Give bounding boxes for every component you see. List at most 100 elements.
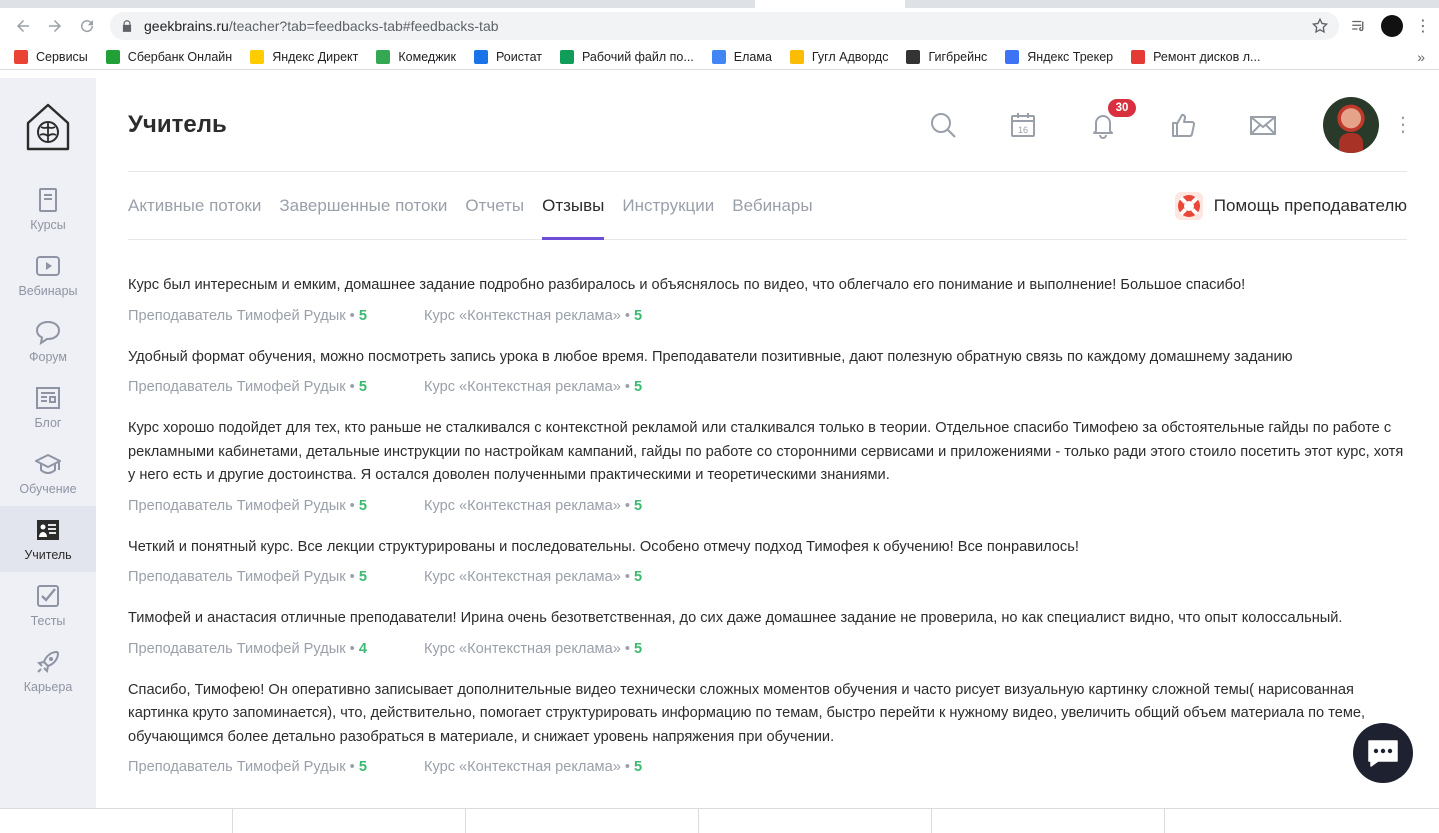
teacher-score: 5 bbox=[358, 307, 367, 324]
bookmark-item[interactable]: Сервисы bbox=[14, 49, 88, 64]
teacher-help-link[interactable]: Помощь преподавателю bbox=[1174, 191, 1407, 221]
help-label: Помощь преподавателю bbox=[1213, 195, 1407, 215]
course-name: Курс «Контекстная реклама» • bbox=[423, 379, 635, 395]
bookmark-item[interactable]: Ремонт дисков л... bbox=[1131, 49, 1261, 64]
search-button[interactable] bbox=[903, 111, 983, 139]
course-score: 5 bbox=[634, 497, 643, 514]
feedback-item: Удобный формат обучения, можно посмотрет… bbox=[128, 346, 1407, 396]
bookmark-item[interactable]: Гигбрейнс bbox=[906, 49, 987, 64]
teacher-score: 5 bbox=[358, 569, 367, 585]
more-menu-icon[interactable]: ⋮ bbox=[1393, 112, 1413, 137]
tab-3[interactable]: Отзывы bbox=[542, 172, 605, 240]
video-icon bbox=[36, 255, 60, 276]
back-button[interactable] bbox=[12, 15, 34, 37]
sidebar-item-book[interactable]: Курсы bbox=[0, 176, 96, 242]
teacher-board-icon bbox=[37, 519, 59, 540]
tab-0[interactable]: Активные потоки bbox=[128, 172, 261, 239]
tab-4[interactable]: Инструкции bbox=[622, 172, 714, 239]
url-host: geekbrains.ru bbox=[144, 18, 229, 34]
sidebar-item-rocket[interactable]: Карьера bbox=[0, 638, 96, 704]
feedback-teacher-rating: Преподаватель Тимофей Рудык • 5 bbox=[128, 308, 367, 324]
bookmark-item[interactable]: Сбербанк Онлайн bbox=[105, 49, 233, 64]
sidebar-item-label: Обучение bbox=[19, 481, 77, 496]
feedback-meta: Преподаватель Тимофей Рудык • 5 Курс «Кон… bbox=[128, 498, 1407, 514]
bookmark-favicon-icon bbox=[250, 49, 265, 64]
media-control-icon[interactable] bbox=[1349, 16, 1369, 36]
sidebar-item-video[interactable]: Вебинары bbox=[0, 242, 96, 308]
bookmark-favicon-icon bbox=[906, 49, 921, 64]
sidebar-item-newspaper[interactable]: Блог bbox=[0, 374, 96, 440]
feedback-course-rating: Курс «Контекстная реклама» • 5 bbox=[424, 759, 642, 775]
sidebar-item-checkbox[interactable]: Тесты bbox=[0, 572, 96, 638]
page-header: Учитель 16 30 ⋮ bbox=[128, 78, 1413, 172]
checkbox-icon bbox=[37, 584, 59, 607]
bookmark-favicon-icon bbox=[14, 49, 28, 64]
feedback-meta: Преподаватель Тимофей Рудык • 5 Курс «Кон… bbox=[128, 759, 1407, 775]
bookmark-label: Сбербанк Онлайн bbox=[127, 49, 233, 64]
user-avatar[interactable] bbox=[1323, 96, 1379, 153]
feedback-meta: Преподаватель Тимофей Рудык • 5 Курс «Кон… bbox=[128, 569, 1407, 585]
teacher-score: 5 bbox=[358, 759, 367, 775]
bookmark-label: Роистат bbox=[496, 49, 542, 64]
sidebar-item-label: Форум bbox=[29, 349, 67, 364]
bookmark-item[interactable]: Елама bbox=[711, 49, 772, 64]
course-score: 5 bbox=[634, 759, 643, 775]
bookmark-label: Комеджик bbox=[398, 49, 457, 64]
bookmark-item[interactable]: Комеджик bbox=[376, 49, 457, 64]
download-item[interactable] bbox=[932, 809, 1165, 833]
book-icon bbox=[39, 187, 57, 212]
download-item[interactable] bbox=[233, 809, 466, 833]
browser-menu-icon[interactable]: ⋮ bbox=[1415, 16, 1431, 36]
course-score: 5 bbox=[634, 569, 643, 585]
logo[interactable] bbox=[0, 78, 96, 176]
feedback-course-rating: Курс «Контекстная реклама» • 5 bbox=[424, 569, 642, 585]
bookmark-favicon-icon bbox=[474, 49, 489, 64]
bookmark-item[interactable]: Яндекс Трекер bbox=[1005, 49, 1113, 64]
bookmark-item[interactable]: Рабочий файл по... bbox=[559, 49, 694, 64]
forward-button[interactable] bbox=[44, 15, 66, 37]
support-chat-button[interactable] bbox=[1353, 723, 1413, 783]
bookmark-label: Елама bbox=[733, 49, 772, 64]
chat-bubble-icon bbox=[35, 320, 61, 345]
teacher-name: Преподаватель Тимофей Рудык • bbox=[128, 569, 359, 585]
sidebar-item-chat-bubble[interactable]: Форум bbox=[0, 308, 96, 374]
star-icon[interactable] bbox=[1311, 17, 1329, 35]
messages-button[interactable] bbox=[1223, 111, 1303, 139]
url-text: geekbrains.ru/teacher?tab=feedbacks-tab#… bbox=[144, 18, 1311, 34]
rocket-icon bbox=[36, 650, 59, 673]
chat-dots-icon bbox=[1368, 740, 1398, 767]
feedback-teacher-rating: Преподаватель Тимофей Рудык • 4 bbox=[128, 641, 367, 657]
feedback-teacher-rating: Преподаватель Тимофей Рудык • 5 bbox=[128, 379, 367, 395]
teacher-tabs: Активные потоки Завершенные потоки Отчеты О… bbox=[128, 172, 1407, 240]
calendar-button[interactable]: 16 bbox=[983, 111, 1063, 139]
likes-button[interactable] bbox=[1143, 111, 1223, 139]
bookmark-item[interactable]: Яндекс Директ bbox=[250, 49, 358, 64]
url-field[interactable]: geekbrains.ru/teacher?tab=feedbacks-tab#… bbox=[110, 12, 1339, 40]
reload-button[interactable] bbox=[76, 15, 98, 37]
sidebar-item-teacher-board[interactable]: Учитель bbox=[0, 506, 96, 572]
feedback-course-rating: Курс «Контекстная реклама» • 5 bbox=[424, 498, 642, 514]
bookmark-label: Ремонт дисков л... bbox=[1153, 49, 1261, 64]
brain-house-logo-icon bbox=[26, 103, 70, 151]
downloads-bar bbox=[0, 808, 1439, 833]
browser-profile-avatar[interactable] bbox=[1381, 15, 1403, 37]
sidebar-item-graduation-cap[interactable]: Обучение bbox=[0, 440, 96, 506]
bookmarks-more-button[interactable]: » bbox=[1417, 49, 1425, 65]
download-item[interactable] bbox=[466, 809, 699, 833]
tab-2[interactable]: Отчеты bbox=[465, 172, 524, 239]
notifications-button[interactable]: 30 bbox=[1063, 98, 1143, 139]
bookmark-favicon-icon bbox=[789, 49, 804, 64]
download-item[interactable] bbox=[699, 809, 932, 833]
download-item[interactable] bbox=[0, 809, 233, 833]
bookmark-label: Сервисы bbox=[36, 49, 88, 64]
calendar-icon: 16 bbox=[1011, 112, 1035, 137]
feedback-text: Четкий и понятный курс. Все лекции струк… bbox=[128, 538, 1079, 555]
course-name: Курс «Контекстная реклама» • bbox=[423, 569, 635, 585]
tab-1[interactable]: Завершенные потоки bbox=[279, 172, 447, 239]
feedback-teacher-rating: Преподаватель Тимофей Рудык • 5 bbox=[128, 759, 367, 775]
tab-5[interactable]: Вебинары bbox=[732, 172, 812, 239]
teacher-score: 4 bbox=[358, 640, 367, 657]
browser-active-tab[interactable] bbox=[755, 0, 905, 8]
bookmark-item[interactable]: Роистат bbox=[474, 49, 542, 64]
bookmark-item[interactable]: Гугл Адвордс bbox=[789, 49, 888, 64]
